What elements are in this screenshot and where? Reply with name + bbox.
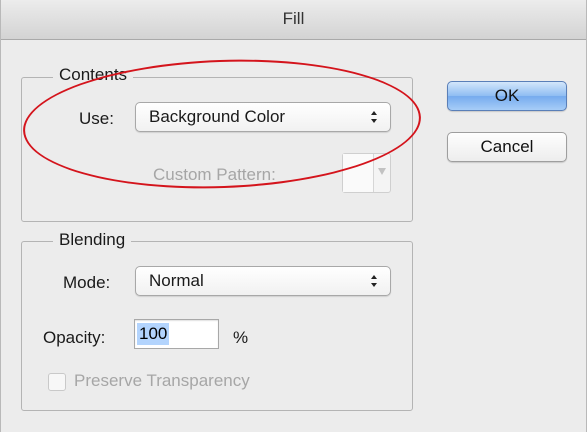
mode-select-value: Normal bbox=[149, 271, 204, 290]
mode-select[interactable]: Normal bbox=[135, 266, 391, 296]
pattern-dropdown-arrow-icon bbox=[378, 168, 386, 175]
fill-dialog: Fill Contents Use: Background Color Cust… bbox=[0, 0, 587, 432]
dialog-title: Fill bbox=[1, 0, 586, 40]
opacity-value: 100 bbox=[137, 323, 170, 345]
cancel-button[interactable]: Cancel bbox=[447, 132, 567, 162]
blending-legend: Blending bbox=[53, 230, 132, 250]
preserve-transparency-label: Preserve Transparency bbox=[74, 371, 250, 390]
mode-label: Mode: bbox=[63, 273, 111, 292]
opacity-label: Opacity: bbox=[43, 328, 106, 347]
ok-button[interactable]: OK bbox=[447, 81, 567, 111]
opacity-unit: % bbox=[233, 328, 249, 347]
opacity-input[interactable]: 100 bbox=[134, 319, 219, 349]
preserve-transparency-checkbox[interactable] bbox=[48, 373, 66, 391]
updown-arrows-icon bbox=[371, 275, 377, 287]
